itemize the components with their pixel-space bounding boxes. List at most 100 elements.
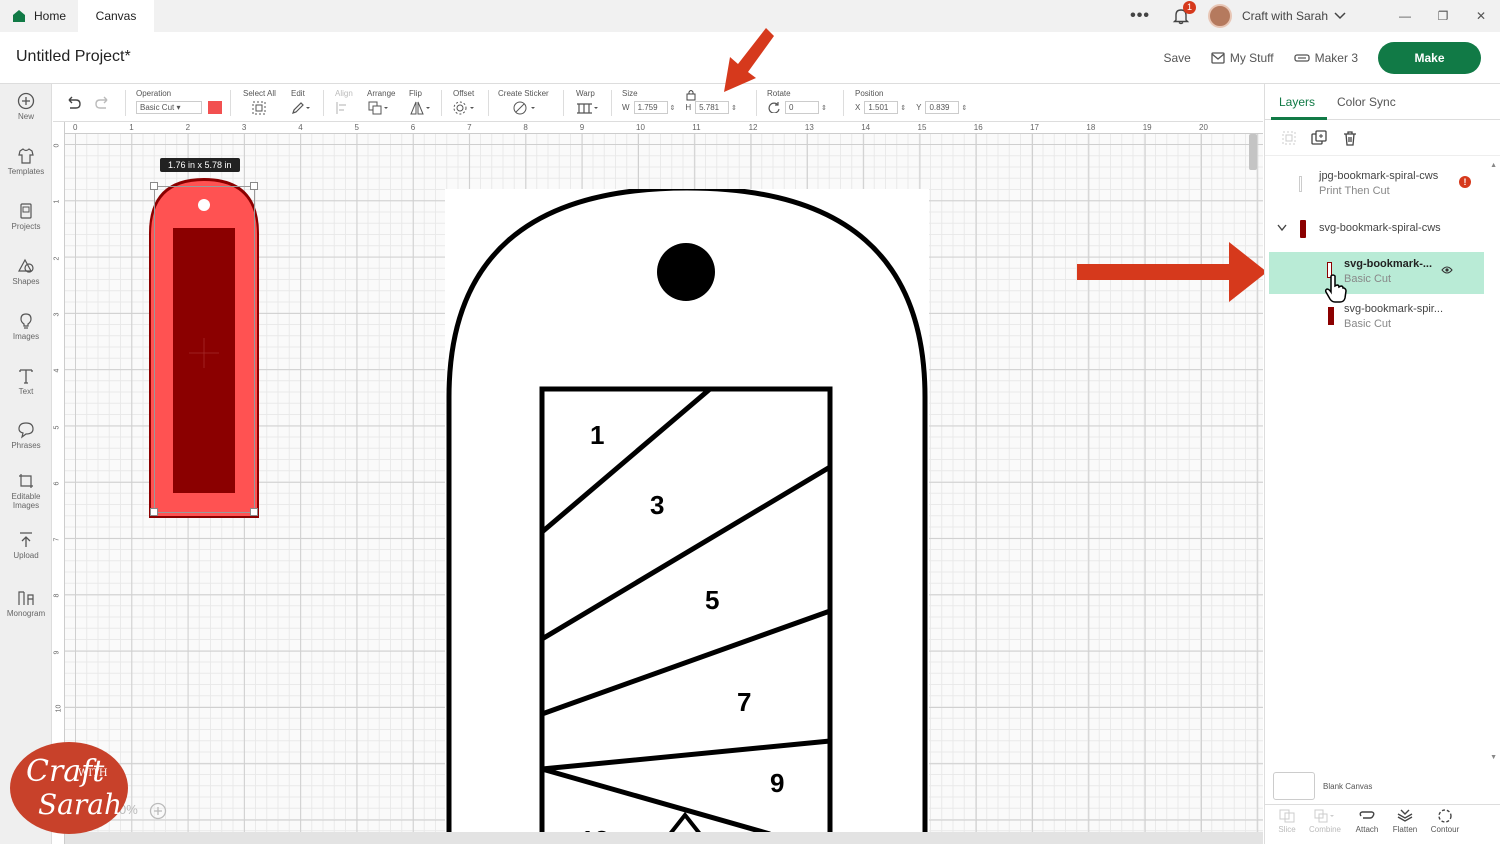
maximize-button[interactable]: ❐ [1424,9,1462,23]
operation-dropdown[interactable]: Basic Cut ▾ [136,101,202,114]
close-window-button[interactable]: ✕ [1462,9,1500,23]
notifications-button[interactable]: 1 [1172,1,1196,25]
trash-icon[interactable] [1342,130,1358,146]
sidebar-item-images[interactable]: Images [0,312,52,341]
design-sidebar: New Templates Projects Shapes Images Tex… [0,84,52,844]
contour-button[interactable]: Contour [1425,809,1465,834]
warp-icon [577,103,598,114]
group-icon[interactable] [1281,130,1297,146]
resize-handle[interactable] [250,182,258,190]
layer-thumbnail [1299,176,1302,192]
user-menu[interactable]: Craft with Sarah [1242,9,1346,23]
chevron-down-icon[interactable] [1277,224,1287,232]
warning-icon[interactable]: ! [1459,176,1471,188]
ruler-tick-label: 9 [53,650,61,655]
y-stepper-icon[interactable]: ⇕ [959,105,967,112]
tab-color-sync[interactable]: Color Sync [1337,95,1396,109]
ruler-tick-label: 2 [53,256,61,261]
sidebar-item-label: Editable Images [11,492,41,510]
paperclip-icon [1359,811,1375,819]
design-canvas[interactable]: 0 1 2 3 4 5 6 7 8 9 10 11 12 13 14 15 16 17 18 19 20 0123456… [53,122,1263,844]
sidebar-item-templates[interactable]: Templates [0,147,52,176]
x-input[interactable]: 1.501 [864,101,899,114]
minimize-button[interactable]: — [1386,9,1424,23]
height-input[interactable]: 5.781 [695,101,730,114]
more-options-icon[interactable]: ••• [1130,7,1150,25]
avatar[interactable] [1207,4,1232,28]
redo-icon[interactable] [95,96,111,110]
attach-label: Attach [1355,825,1379,834]
warp-button[interactable]: Warp [576,89,600,117]
create-sticker-button[interactable]: Create Sticker [498,89,549,117]
layer-name: jpg-bookmark-spiral-cws [1319,170,1439,182]
sidebar-item-phrases[interactable]: Phrases [0,421,52,450]
blank-canvas-swatch[interactable] [1273,772,1315,800]
ruler-tick-label: 4 [298,123,303,132]
duplicate-icon[interactable] [1311,130,1327,146]
select-all-button[interactable]: Select All [243,89,276,117]
horizontal-scrollbar[interactable] [65,832,1263,844]
position-label: Position [855,89,884,98]
warp-label: Warp [576,89,595,98]
sidebar-item-label: Shapes [12,277,40,286]
height-stepper-icon[interactable]: ⇕ [729,105,737,112]
scroll-up-icon[interactable]: ▲ [1490,162,1497,169]
width-input[interactable]: 1.759 [633,101,668,114]
operation-label: Operation [136,89,172,98]
rotate-input[interactable]: 0 [785,101,819,114]
sidebar-item-upload[interactable]: Upload [0,531,52,560]
scroll-down-icon[interactable]: ▼ [1490,754,1497,761]
combine-button[interactable]: Combine [1305,809,1345,834]
flip-button[interactable]: Flip [409,89,431,117]
machine-selector[interactable]: Maker 3 [1293,51,1358,65]
slice-icon [1279,809,1295,823]
project-title[interactable]: Untitled Project* [16,48,131,66]
resize-handle[interactable] [150,182,158,190]
offset-button[interactable]: Offset [453,89,475,117]
attach-button[interactable]: Attach [1347,809,1387,834]
sidebar-item-text[interactable]: Text [0,367,52,396]
operation-control: Operation Basic Cut ▾ [136,89,223,114]
logo-text: Sarah [38,788,122,821]
height-label: H [685,103,692,112]
rotate-stepper-icon[interactable]: ⇕ [819,105,827,112]
save-button[interactable]: Save [1163,51,1190,65]
sidebar-item-new[interactable]: New [0,92,52,121]
align-icon [336,102,346,114]
ruler-tick-label: 8 [53,593,61,598]
x-stepper-icon[interactable]: ⇕ [898,105,908,112]
y-input[interactable]: 0.839 [925,101,960,114]
flatten-label: Flatten [1392,825,1418,834]
align-button[interactable]: Align [335,89,355,117]
sidebar-item-editable-images[interactable]: Editable Images [0,472,52,510]
rotate-icon [768,102,780,114]
shapes-icon [17,258,34,273]
undo-icon[interactable] [65,96,81,110]
lock-icon[interactable] [686,89,696,101]
tab-layers[interactable]: Layers [1279,95,1315,109]
arrange-button[interactable]: Arrange [367,89,395,117]
operation-color-swatch[interactable] [208,101,223,114]
flatten-button[interactable]: Flatten [1385,809,1425,834]
tab-home[interactable]: Home [0,0,76,32]
sidebar-item-shapes[interactable]: Shapes [0,257,52,286]
sidebar-item-projects[interactable]: Projects [0,202,52,231]
slice-button[interactable]: Slice [1267,809,1307,834]
make-button[interactable]: Make [1378,42,1481,74]
blank-canvas-row[interactable]: Blank Canvas [1273,772,1372,800]
eye-icon[interactable] [1441,266,1453,274]
resize-handle[interactable] [250,508,258,516]
zoom-in-icon[interactable] [149,802,167,820]
edit-button[interactable]: Edit [291,89,311,117]
ruler-tick-label: 5 [53,425,61,429]
bookmark-template-preview: 1 3 5 7 9 12 [445,189,929,844]
my-stuff-button[interactable]: My Stuff [1211,51,1274,65]
vertical-scrollbar[interactable] [1249,134,1257,170]
width-stepper-icon[interactable]: ⇕ [668,105,678,112]
ruler-tick-label: 2 [185,123,191,132]
sidebar-item-monogram[interactable]: Monogram [0,589,52,618]
sidebar-item-label: Text [18,387,34,396]
ruler-tick-label: 15 [917,123,927,132]
tab-canvas[interactable]: Canvas [78,0,154,32]
resize-handle[interactable] [150,508,158,516]
